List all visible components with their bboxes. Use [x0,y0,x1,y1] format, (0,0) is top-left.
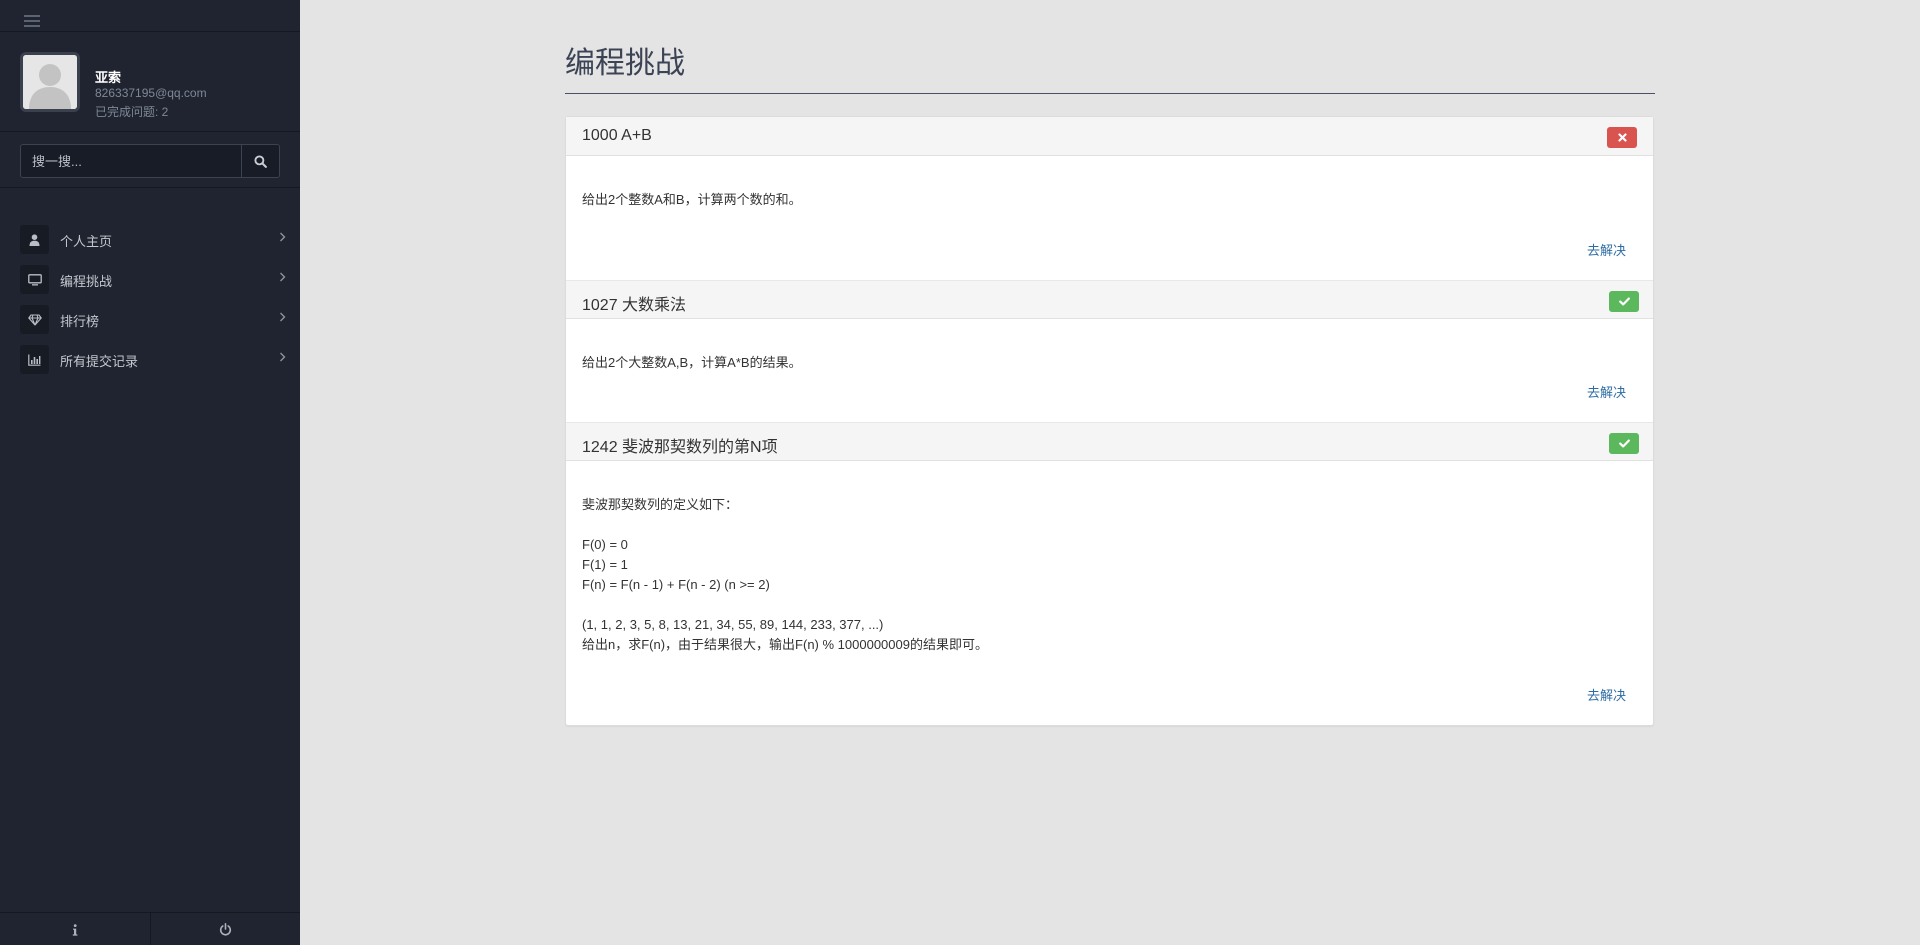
chevron-right-icon [280,312,286,322]
problem-description: 斐波那契数列的定义如下： F(0) = 0 F(1) = 1 F(n) = F(… [582,461,1637,655]
search-form [20,144,280,178]
search-button[interactable] [241,145,279,177]
problem-header: 1000 A+B [566,117,1653,156]
problem-header: 1027 大数乘法 [566,280,1653,319]
status-badge-passed [1609,433,1639,454]
status-badge-passed [1609,291,1639,312]
problem-title: 1242 斐波那契数列的第N项 [582,439,778,456]
chevron-right-icon [280,232,286,242]
problem-description: 给出2个大整数A,B，计算A*B的结果。 [582,319,1637,373]
info-button[interactable] [0,913,150,945]
search-input[interactable] [21,145,241,177]
description-line: F(1) = 1 [582,557,628,572]
check-icon [1618,439,1630,448]
sidebar-nav: 个人主页 编程挑战 排行榜 所有提交记录 [0,218,300,378]
sidebar-item-challenges[interactable]: 编程挑战 [0,258,300,298]
monitor-icon [20,265,49,294]
avatar[interactable] [20,52,80,112]
logout-button[interactable] [150,913,300,945]
completed-count: 已完成问题: 2 [95,105,169,119]
problem-description: 给出2个整数A和B，计算两个数的和。 [582,156,1637,210]
bar-chart-icon [20,345,49,374]
sidebar: 亚索 826337195@qq.com 已完成问题: 2 个人主页 [0,0,300,945]
problem-list: 1000 A+B 给出2个整数A和B，计算两个数的和。 去解决 1027 大数乘… [565,116,1654,726]
page-title: 编程挑战 [565,47,685,80]
description-line: 给出n，求F(n)，由于结果很大，输出F(n) % 1000000009的结果即… [582,637,988,652]
chevron-right-icon [280,352,286,362]
search-area [0,132,300,188]
problem-body: 给出2个大整数A,B，计算A*B的结果。 去解决 [566,319,1653,422]
description-line: 给出2个大整数A,B，计算A*B的结果。 [582,355,802,370]
search-icon [254,154,267,168]
problem-body: 斐波那契数列的定义如下： F(0) = 0 F(1) = 1 F(n) = F(… [566,461,1653,725]
solve-link[interactable]: 去解决 [1587,685,1626,704]
description-line: (1, 1, 2, 3, 5, 8, 13, 21, 34, 55, 89, 1… [582,617,884,632]
user-email: 826337195@qq.com [95,86,207,100]
hamburger-menu-icon[interactable] [24,15,40,27]
sidebar-item-submissions[interactable]: 所有提交记录 [0,338,300,378]
check-icon [1618,297,1630,306]
close-icon [1617,133,1627,142]
diamond-icon [20,305,49,334]
user-icon [20,225,49,254]
problem-title: 1027 大数乘法 [582,297,687,314]
sidebar-topbar [0,0,300,32]
sidebar-item-label: 所有提交记录 [60,354,139,369]
solve-link[interactable]: 去解决 [1587,240,1626,259]
description-line: F(n) = F(n - 1) + F(n - 2) (n >= 2) [582,577,770,592]
description-line [582,595,1637,615]
sidebar-footer [0,912,300,945]
problem-title: 1000 A+B [582,127,652,144]
problem-body: 给出2个整数A和B，计算两个数的和。 去解决 [566,156,1653,280]
problem-header: 1242 斐波那契数列的第N项 [566,422,1653,461]
info-icon [72,923,78,936]
sidebar-item-label: 排行榜 [60,314,100,329]
user-profile: 亚索 826337195@qq.com 已完成问题: 2 [0,32,300,132]
title-divider [565,93,1655,94]
chevron-right-icon [280,272,286,282]
status-badge-failed [1607,127,1637,148]
sidebar-item-profile[interactable]: 个人主页 [0,218,300,258]
sidebar-item-label: 编程挑战 [60,274,113,289]
sidebar-item-ranking[interactable]: 排行榜 [0,298,300,338]
description-line: 给出2个整数A和B，计算两个数的和。 [582,192,802,207]
sidebar-item-label: 个人主页 [60,234,113,249]
power-icon [219,923,232,936]
description-line: F(0) = 0 [582,537,628,552]
user-name: 亚索 [95,70,122,85]
description-line [582,515,1637,535]
description-line: 斐波那契数列的定义如下： [582,497,739,512]
solve-link[interactable]: 去解决 [1587,382,1626,401]
